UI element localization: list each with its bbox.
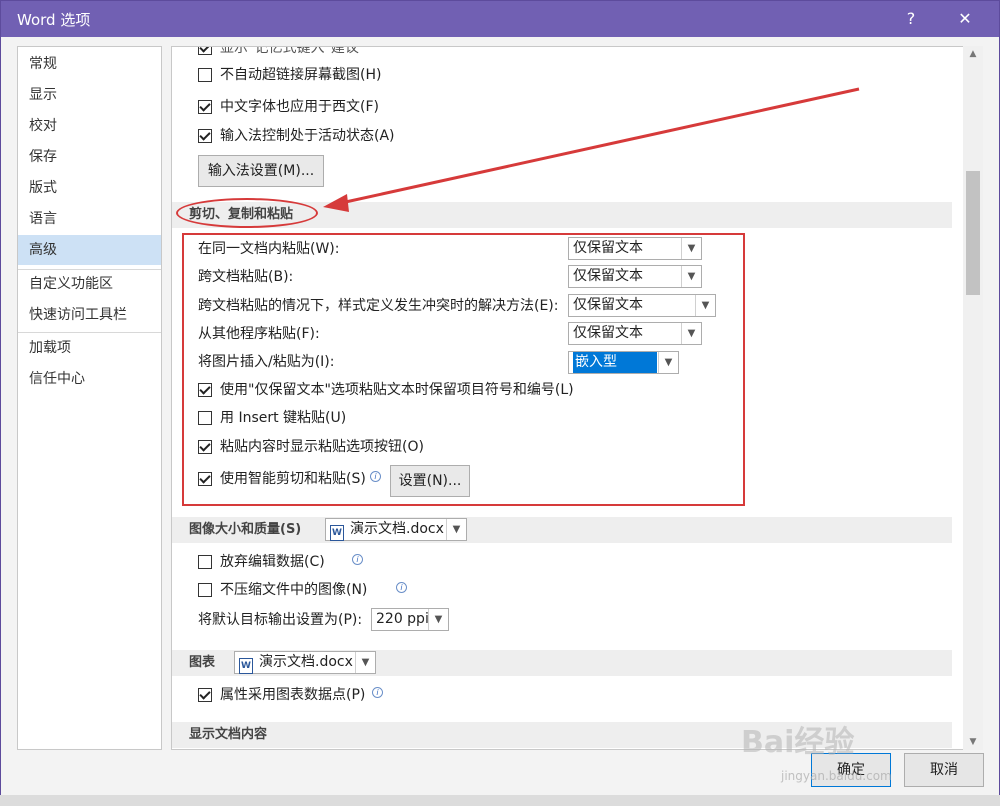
- scrollbar-thumb[interactable]: [966, 171, 980, 295]
- paste-other-program-value: 仅保留文本: [573, 325, 643, 341]
- property-follow-label: 属性采用图表数据点(P): [220, 687, 366, 703]
- watermark-brand: Bai经验: [741, 725, 855, 760]
- chevron-down-icon: ▼: [681, 266, 701, 287]
- chevron-down-icon: ▼: [695, 295, 715, 316]
- paste-conflict-select[interactable]: 仅保留文本 ▼: [568, 294, 716, 317]
- paste-same-doc-label: 在同一文档内粘贴(W):: [198, 241, 340, 257]
- show-paste-options-checkbox[interactable]: [198, 440, 212, 454]
- ime-control-label: 输入法控制处于活动状态(A): [220, 128, 395, 144]
- watermark-url: jingyan.baidu.com: [781, 769, 892, 783]
- options-nav: 常规 显示 校对 保存 版式 语言 高级 自定义功能区 快速访问工具栏 加载项 …: [17, 46, 162, 750]
- cut-copy-paste-header: 剪切、复制和粘贴: [172, 202, 952, 228]
- property-follow-checkbox[interactable]: [198, 688, 212, 702]
- scroll-up-icon[interactable]: ▲: [963, 46, 983, 62]
- info-icon: i: [372, 687, 383, 698]
- no-compress-checkbox[interactable]: [198, 583, 212, 597]
- insert-key-paste-checkbox[interactable]: [198, 411, 212, 425]
- options-scrollbar[interactable]: ▲ ▼: [963, 46, 983, 750]
- image-size-title: 图像大小和质量(S): [189, 522, 302, 537]
- info-icon: i: [396, 582, 407, 593]
- status-bar: [0, 795, 1000, 806]
- default-output-label: 将默认目标输出设置为(P):: [198, 612, 363, 628]
- paste-cross-doc-select[interactable]: 仅保留文本 ▼: [568, 265, 702, 288]
- paste-conflict-label: 跨文档粘贴的情况下，样式定义发生冲突时的解决方法(E):: [198, 298, 559, 314]
- title-bar: Word 选项 ? ✕: [1, 1, 999, 37]
- chevron-down-icon: ▼: [658, 352, 678, 373]
- default-output-value: 220 ppi: [376, 611, 429, 627]
- chevron-down-icon: ▼: [446, 519, 466, 540]
- image-size-doc-select[interactable]: W 演示文档.docx ▼: [325, 518, 467, 541]
- nav-item-proofing[interactable]: 校对: [18, 111, 161, 141]
- nav-item-customize-ribbon[interactable]: 自定义功能区: [18, 269, 161, 299]
- image-size-header: 图像大小和质量(S): [172, 517, 952, 543]
- nav-item-trust-center[interactable]: 信任中心: [18, 364, 161, 394]
- scroll-down-icon[interactable]: ▼: [963, 734, 983, 750]
- word-options-dialog: Word 选项 ? ✕ 常规 显示 校对 保存 版式 语言 高级 自定义功能区 …: [0, 0, 1000, 806]
- default-output-select[interactable]: 220 ppi ▼: [371, 608, 449, 631]
- nav-item-language[interactable]: 语言: [18, 204, 161, 234]
- nav-item-general[interactable]: 常规: [18, 49, 161, 79]
- insert-key-paste-label: 用 Insert 键粘贴(U): [220, 410, 347, 426]
- insert-picture-select[interactable]: 嵌入型 ▼: [568, 351, 679, 374]
- smart-cut-paste-checkbox[interactable]: [198, 472, 212, 486]
- discard-edit-label: 放弃编辑数据(C): [220, 554, 325, 570]
- ime-control-checkbox[interactable]: [198, 129, 212, 143]
- window-title: Word 选项: [17, 11, 91, 29]
- smart-cut-paste-label: 使用智能剪切和粘贴(S): [220, 471, 366, 487]
- chart-doc-value: 演示文档.docx: [259, 654, 353, 670]
- chart-title: 图表: [189, 655, 216, 670]
- keep-bullets-label: 使用"仅保留文本"选项粘贴文本时保留项目符号和编号(L): [220, 382, 574, 398]
- nav-item-quick-access[interactable]: 快速访问工具栏: [18, 300, 161, 330]
- paste-same-doc-select[interactable]: 仅保留文本 ▼: [568, 237, 702, 260]
- word-doc-icon: W: [330, 525, 344, 541]
- no-compress-label: 不压缩文件中的图像(N): [220, 582, 368, 598]
- autocomplete-label: 显示"记忆式键入"建议: [220, 46, 359, 56]
- no-auto-hyperlink-label: 不自动超链接屏幕截图(H): [220, 67, 382, 83]
- paste-same-doc-value: 仅保留文本: [573, 240, 643, 256]
- show-paste-options-label: 粘贴内容时显示粘贴选项按钮(O): [220, 439, 424, 455]
- info-icon: i: [352, 554, 363, 565]
- cancel-button[interactable]: 取消: [904, 753, 984, 787]
- smart-paste-settings-button[interactable]: 设置(N)...: [390, 465, 470, 497]
- ime-settings-button[interactable]: 输入法设置(M)...: [198, 155, 324, 187]
- insert-picture-label: 将图片插入/粘贴为(I):: [198, 354, 335, 370]
- autocomplete-checkbox[interactable]: [198, 47, 212, 55]
- paste-other-program-label: 从其他程序粘贴(F):: [198, 326, 320, 342]
- chevron-down-icon: ▼: [355, 652, 375, 673]
- nav-item-layout[interactable]: 版式: [18, 173, 161, 203]
- advanced-options-panel: 显示"记忆式键入"建议 不自动超链接屏幕截图(H) 中文字体也应用于西文(F) …: [171, 46, 983, 750]
- keep-bullets-checkbox[interactable]: [198, 383, 212, 397]
- discard-edit-checkbox[interactable]: [198, 555, 212, 569]
- paste-cross-doc-label: 跨文档粘贴(B):: [198, 269, 294, 285]
- no-auto-hyperlink-checkbox[interactable]: [198, 68, 212, 82]
- nav-item-display[interactable]: 显示: [18, 80, 161, 110]
- paste-conflict-value: 仅保留文本: [573, 297, 643, 313]
- paste-cross-doc-value: 仅保留文本: [573, 268, 643, 284]
- chevron-down-icon: ▼: [681, 323, 701, 344]
- chinese-font-label: 中文字体也应用于西文(F): [220, 99, 379, 115]
- chevron-down-icon: ▼: [428, 609, 448, 630]
- nav-item-advanced[interactable]: 高级: [18, 235, 161, 265]
- word-doc-icon: W: [239, 658, 253, 674]
- chevron-down-icon: ▼: [681, 238, 701, 259]
- chinese-font-checkbox[interactable]: [198, 100, 212, 114]
- close-button[interactable]: ✕: [951, 6, 979, 32]
- image-size-doc-value: 演示文档.docx: [350, 521, 444, 537]
- info-icon: i: [370, 471, 381, 482]
- chart-doc-select[interactable]: W 演示文档.docx ▼: [234, 651, 376, 674]
- insert-picture-value: 嵌入型: [573, 352, 657, 373]
- nav-item-save[interactable]: 保存: [18, 142, 161, 172]
- nav-item-addins[interactable]: 加载项: [18, 333, 161, 363]
- paste-other-program-select[interactable]: 仅保留文本 ▼: [568, 322, 702, 345]
- help-button[interactable]: ?: [897, 6, 925, 32]
